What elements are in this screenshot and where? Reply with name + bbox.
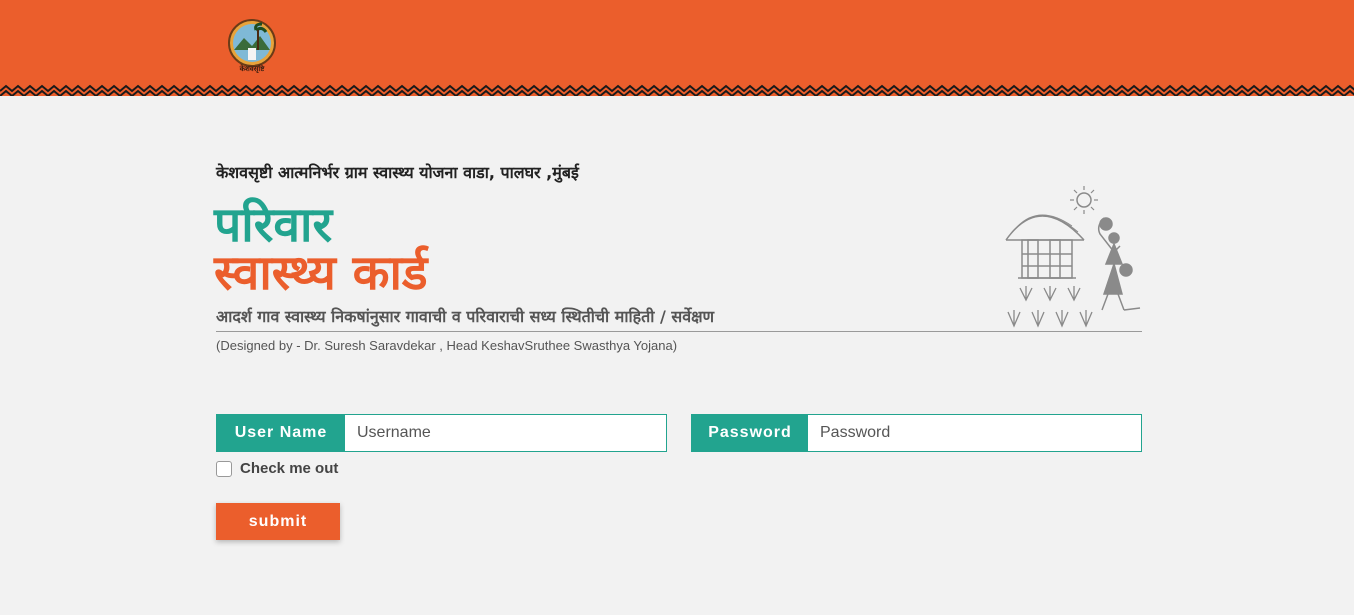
username-field: User Name — [216, 414, 667, 452]
organization-title: केशवसृष्टी आत्मनिर्भर ग्राम स्वास्थ्य यो… — [216, 163, 579, 182]
designed-by-credit: (Designed by - Dr. Suresh Saravdekar , H… — [216, 338, 678, 353]
check-me-out-label[interactable]: Check me out — [240, 460, 338, 477]
check-me-out-row[interactable]: Check me out — [216, 460, 338, 477]
page-title-line-2: स्वास्थ्य कार्ड — [214, 245, 428, 301]
logo-emblem-icon — [228, 19, 276, 67]
password-label: Password — [692, 415, 808, 451]
page-subtitle: आदर्श गाव स्वास्थ्य निकषांनुसार गावाची व… — [216, 307, 715, 326]
username-input[interactable] — [345, 415, 666, 451]
password-field: Password — [691, 414, 1142, 452]
submit-button[interactable]: submit — [216, 503, 340, 540]
zigzag-border — [0, 84, 1354, 100]
check-me-out-checkbox[interactable] — [216, 460, 232, 477]
village-illustration-icon — [1005, 186, 1141, 328]
logo-text: केशवसृष्टि — [239, 65, 265, 73]
username-label: User Name — [217, 415, 345, 451]
header-bar: केशवसृष्टि — [0, 0, 1354, 100]
password-input[interactable] — [808, 415, 1141, 451]
logo[interactable]: केशवसृष्टि — [226, 18, 278, 78]
